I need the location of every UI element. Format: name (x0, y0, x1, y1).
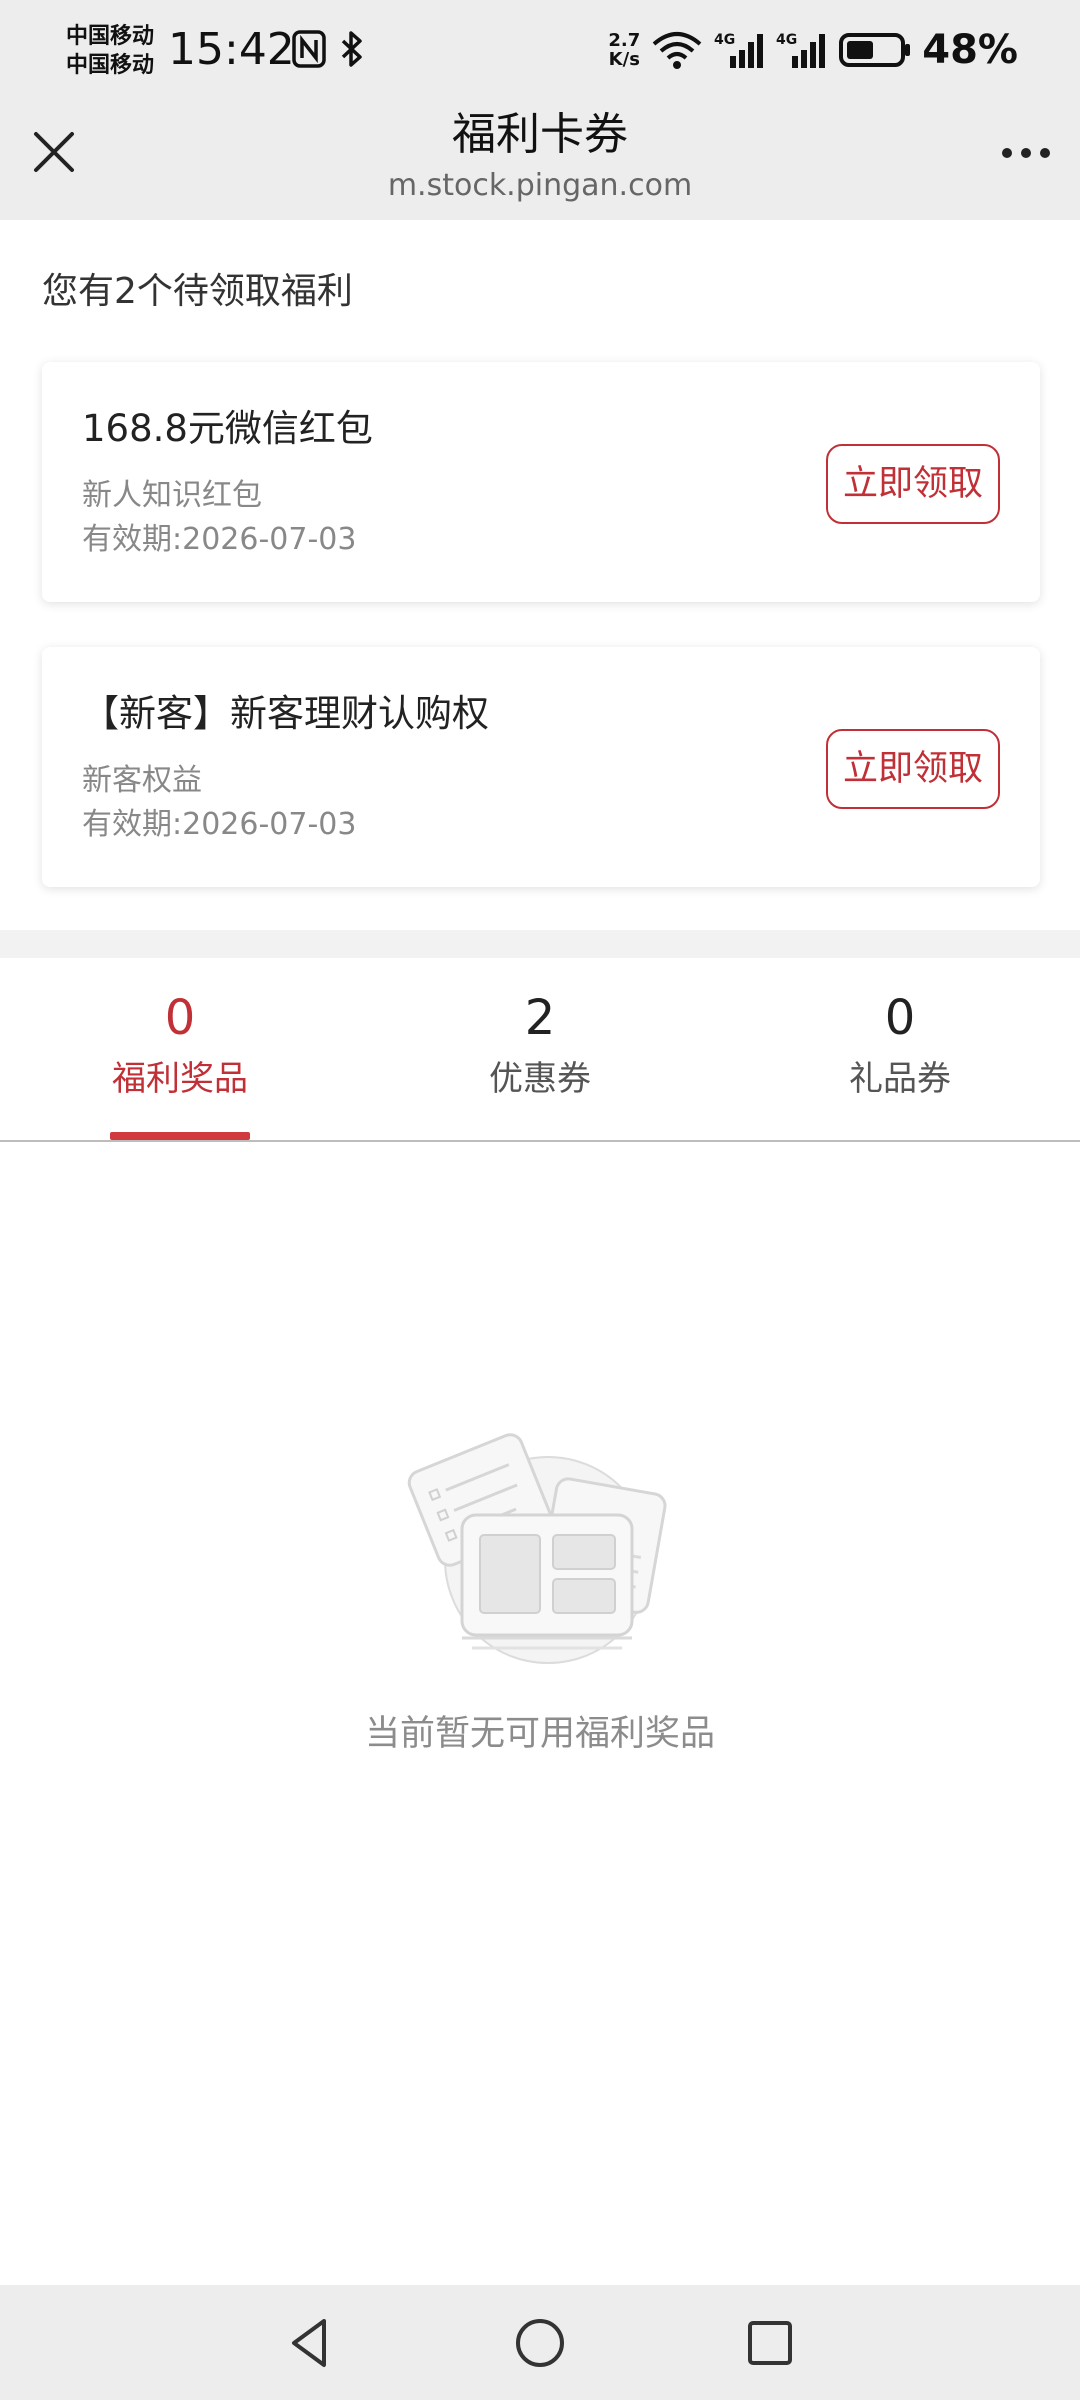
tab-count: 0 (884, 990, 916, 1046)
status-time: 15:42 (168, 24, 295, 75)
tab-count: 2 (524, 990, 556, 1046)
signal-icon-2: 4G (776, 32, 826, 68)
nfc-icon (292, 30, 326, 68)
empty-state-message: 当前暂无可用福利奖品 (364, 1714, 715, 1754)
carrier-2: 中国移动 (66, 53, 155, 78)
active-tab-indicator (110, 1132, 250, 1140)
battery-percent: 48% (922, 27, 1018, 73)
battery-icon (839, 33, 911, 67)
svg-text:4G: 4G (776, 32, 797, 48)
benefit-title: 【新客】新客理财认购权 (82, 692, 489, 735)
benefit-card: 【新客】新客理财认购权 新客权益 有效期:2026-07-03 立即领取 (42, 647, 1040, 887)
system-navigation-bar (0, 2285, 1080, 2400)
benefit-title: 168.8元微信红包 (82, 407, 373, 450)
empty-coupons-icon (407, 1433, 667, 1664)
home-icon[interactable] (510, 2313, 570, 2373)
tab-count: 0 (164, 990, 196, 1046)
tab-label: 礼品券 (849, 1059, 951, 1099)
svg-text:4G: 4G (714, 32, 735, 48)
category-tabs: 0 福利奖品 2 优惠券 0 礼品券 (0, 958, 1080, 1142)
benefit-expiry: 有效期:2026-07-03 (82, 522, 357, 557)
benefit-subtitle: 新客权益 (82, 763, 202, 798)
page-title: 福利卡券 (452, 109, 628, 160)
back-icon[interactable] (280, 2313, 340, 2373)
status-bar: 中国移动 中国移动 15:42 2.7 K/s 4G 4G 48% (0, 0, 1080, 100)
benefit-card: 168.8元微信红包 新人知识红包 有效期:2026-07-03 立即领取 (42, 362, 1040, 602)
benefit-subtitle: 新人知识红包 (82, 478, 262, 513)
carrier-1: 中国移动 (66, 24, 155, 49)
tab-coupons[interactable]: 2 优惠券 (360, 958, 720, 1140)
benefit-expiry: 有效期:2026-07-03 (82, 807, 357, 842)
carrier-labels: 中国移动 中国移动 (66, 22, 154, 80)
more-dot-icon (1040, 148, 1050, 158)
pending-benefits-heading: 您有2个待领取福利 (42, 271, 353, 312)
tab-welfare-prizes[interactable]: 0 福利奖品 (0, 958, 360, 1140)
title-bar: 福利卡券 m.stock.pingan.com (0, 100, 1080, 220)
more-dot-icon (1002, 148, 1012, 158)
claim-button[interactable]: 立即领取 (826, 444, 1000, 524)
claim-button[interactable]: 立即领取 (826, 729, 1000, 809)
wifi-icon (652, 32, 702, 69)
recents-icon[interactable] (740, 2313, 800, 2373)
more-dot-icon (1021, 148, 1031, 158)
network-speed: 2.7 K/s (608, 30, 641, 70)
tab-label: 优惠券 (489, 1059, 591, 1099)
page-url: m.stock.pingan.com (387, 168, 693, 203)
status-icons-right: 2.7 K/s 4G 4G 48% (608, 24, 1018, 76)
signal-icon-1: 4G (714, 32, 764, 68)
more-options-button[interactable] (996, 128, 1056, 178)
section-divider (0, 930, 1080, 958)
status-icons-left (292, 30, 366, 68)
bluetooth-icon (341, 31, 362, 67)
tab-gift-vouchers[interactable]: 0 礼品券 (720, 958, 1080, 1140)
tab-label: 福利奖品 (112, 1059, 248, 1099)
